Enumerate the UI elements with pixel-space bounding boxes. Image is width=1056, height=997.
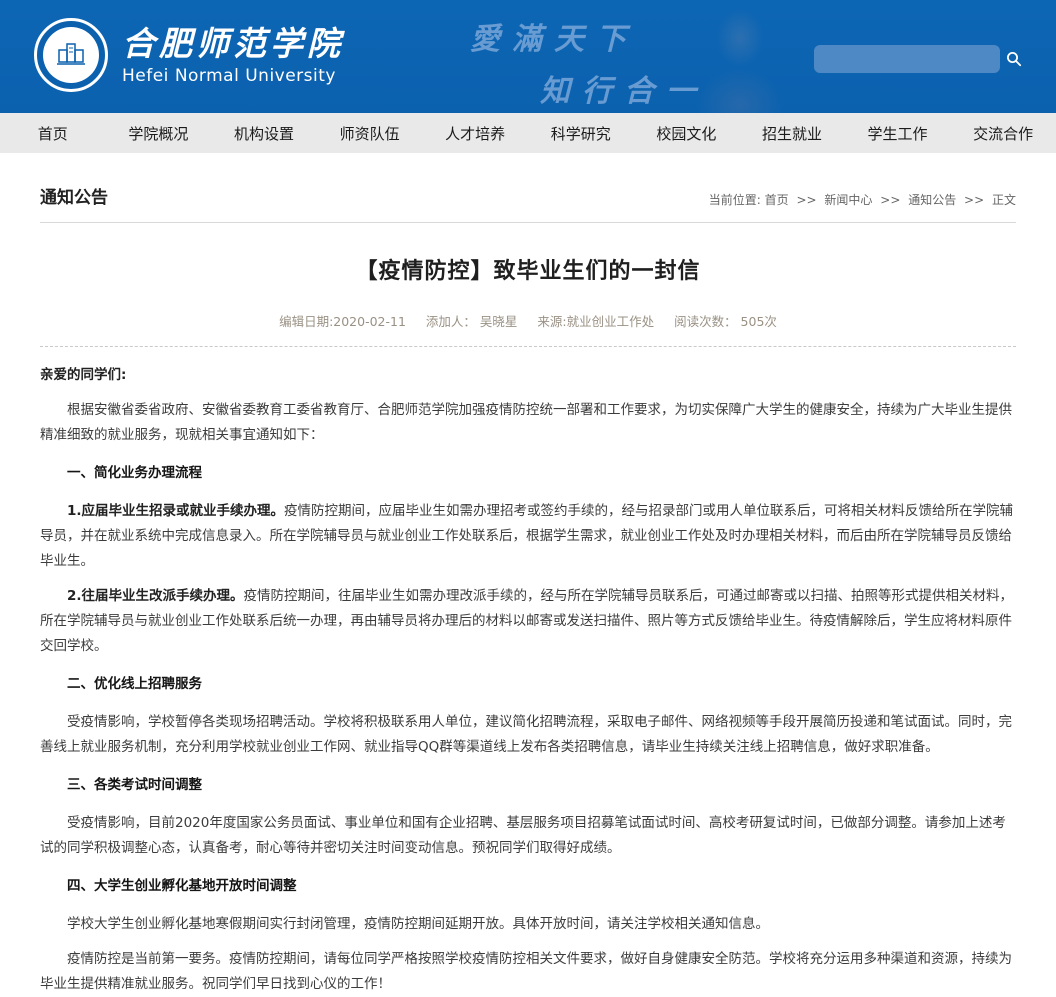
nav-item-campus-culture[interactable]: 校园文化 bbox=[634, 113, 740, 153]
nav-item-research[interactable]: 科学研究 bbox=[528, 113, 634, 153]
article-paragraph-3: 受疫情影响，学校暂停各类现场招聘活动。学校将积极联系用人单位，建议简化招聘流程，… bbox=[40, 710, 1016, 760]
university-logo[interactable]: 合肥师范学院 Hefei Normal University bbox=[34, 18, 344, 92]
search-button[interactable] bbox=[1006, 45, 1022, 73]
breadcrumb-separator: >> bbox=[964, 193, 984, 207]
nav-item-cooperation[interactable]: 交流合作 bbox=[950, 113, 1056, 153]
nav-item-departments[interactable]: 机构设置 bbox=[211, 113, 317, 153]
slogan-line2: 知行合一 bbox=[540, 66, 708, 110]
article-heading-4: 四、大学生创业孵化基地开放时间调整 bbox=[40, 874, 1016, 899]
search-icon bbox=[1006, 51, 1022, 67]
meta-edit-date: 编辑日期:2020-02-11 bbox=[279, 314, 406, 329]
paragraph-2-lead: 2.往届毕业生改派手续办理。 bbox=[67, 588, 244, 604]
site-header: 合肥师范学院 Hefei Normal University 愛滿天下 知行合一 bbox=[0, 0, 1056, 113]
breadcrumb: 当前位置: 首页 >> 新闻中心 >> 通知公告 >> 正文 bbox=[709, 191, 1016, 208]
nav-item-admissions[interactable]: 招生就业 bbox=[739, 113, 845, 153]
university-name-block: 合肥师范学院 Hefei Normal University bbox=[122, 24, 344, 86]
article-paragraph-closing: 疫情防控是当前第一要务。疫情防控期间，请每位同学严格按照学校疫情防控相关文件要求… bbox=[40, 947, 1016, 997]
university-name-zh: 合肥师范学院 bbox=[122, 24, 344, 64]
main-nav: 首页 学院概况 机构设置 师资队伍 人才培养 科学研究 校园文化 招生就业 学生… bbox=[0, 113, 1056, 153]
meta-source: 来源:就业创业工作处 bbox=[537, 314, 654, 329]
article-title: 【疫情防控】致毕业生们的一封信 bbox=[40, 253, 1016, 285]
article-heading-3: 三、各类考试时间调整 bbox=[40, 773, 1016, 798]
university-seal-icon bbox=[34, 18, 108, 92]
meta-divider bbox=[40, 346, 1016, 347]
breadcrumb-separator: >> bbox=[796, 193, 816, 207]
article-greeting: 亲爱的同学们: bbox=[40, 363, 1016, 388]
section-head: 通知公告 当前位置: 首页 >> 新闻中心 >> 通知公告 >> 正文 bbox=[40, 183, 1016, 208]
nav-item-overview[interactable]: 学院概况 bbox=[106, 113, 212, 153]
seal-building-icon bbox=[54, 40, 88, 70]
main-content: 通知公告 当前位置: 首页 >> 新闻中心 >> 通知公告 >> 正文 【疫情防… bbox=[0, 183, 1056, 997]
article-body: 亲爱的同学们: 根据安徽省委省政府、安徽省委教育工委省教育厅、合肥师范学院加强疫… bbox=[40, 363, 1016, 997]
article-heading-1: 一、简化业务办理流程 bbox=[40, 461, 1016, 486]
nav-item-home[interactable]: 首页 bbox=[0, 113, 106, 153]
search-box bbox=[814, 45, 1000, 73]
article-paragraph-2: 2.往届毕业生改派手续办理。疫情防控期间，往届毕业生如需办理改派手续的，经与所在… bbox=[40, 584, 1016, 659]
slogan-calligraphy: 愛滿天下 知行合一 bbox=[470, 14, 708, 110]
article-meta: 编辑日期:2020-02-11 添加人： 吴晓星 来源:就业创业工作处 阅读次数… bbox=[40, 311, 1016, 330]
nav-item-faculty[interactable]: 师资队伍 bbox=[317, 113, 423, 153]
article-heading-2: 二、优化线上招聘服务 bbox=[40, 672, 1016, 697]
breadcrumb-prefix: 当前位置: bbox=[709, 193, 761, 207]
breadcrumb-link-home[interactable]: 首页 bbox=[765, 193, 789, 207]
breadcrumb-link-notices[interactable]: 通知公告 bbox=[908, 193, 956, 207]
article-paragraph-5: 学校大学生创业孵化基地寒假期间实行封闭管理，疫情防控期间延期开放。具体开放时间，… bbox=[40, 912, 1016, 937]
breadcrumb-current: 正文 bbox=[992, 193, 1016, 207]
section-title: 通知公告 bbox=[40, 183, 108, 208]
article-paragraph-4: 受疫情影响，目前2020年度国家公务员面试、事业单位和国有企业招聘、基层服务项目… bbox=[40, 811, 1016, 861]
article-paragraph-intro: 根据安徽省委省政府、安徽省委教育工委省教育厅、合肥师范学院加强疫情防控统一部署和… bbox=[40, 398, 1016, 448]
nav-item-talent[interactable]: 人才培养 bbox=[422, 113, 528, 153]
search-input[interactable] bbox=[814, 45, 1006, 73]
paragraph-1-lead: 1.应届毕业生招录或就业手续办理。 bbox=[67, 503, 284, 519]
university-name-en: Hefei Normal University bbox=[122, 66, 344, 86]
section-divider bbox=[40, 222, 1016, 223]
meta-adder: 添加人： 吴晓星 bbox=[426, 314, 517, 329]
breadcrumb-separator: >> bbox=[880, 193, 900, 207]
slogan-line1: 愛滿天下 bbox=[470, 14, 708, 58]
breadcrumb-link-news-center[interactable]: 新闻中心 bbox=[824, 193, 872, 207]
article-paragraph-1: 1.应届毕业生招录或就业手续办理。疫情防控期间，应届毕业生如需办理招考或签约手续… bbox=[40, 499, 1016, 574]
meta-views: 阅读次数： 505次 bbox=[674, 314, 777, 329]
nav-item-student-affairs[interactable]: 学生工作 bbox=[845, 113, 951, 153]
